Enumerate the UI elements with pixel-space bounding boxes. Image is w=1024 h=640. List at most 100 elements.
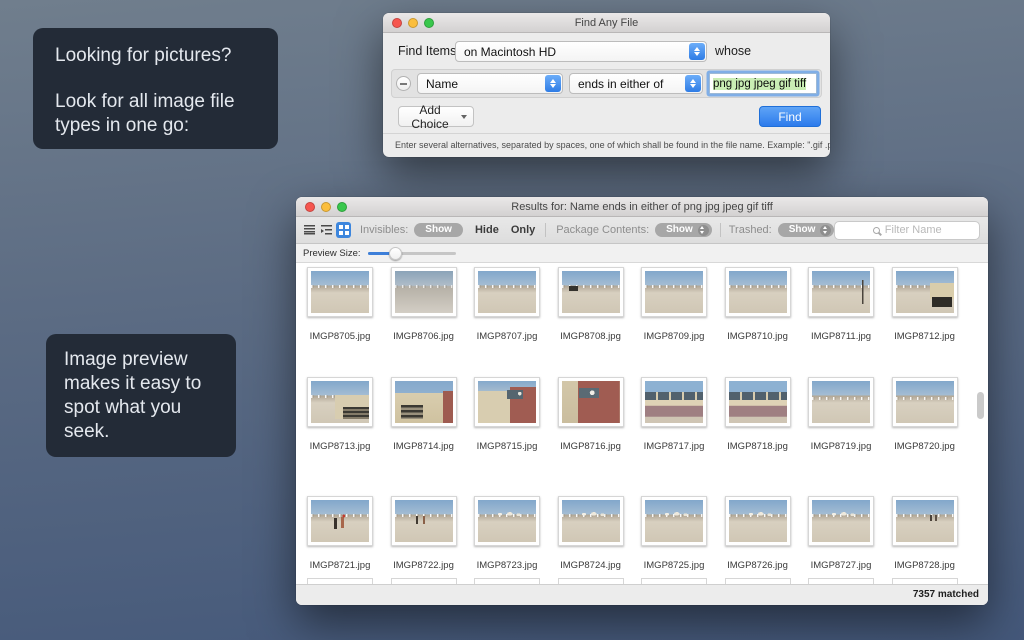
thumbnail [641, 496, 707, 546]
find-any-file-window: Find Any File Find Items on Macintosh HD… [383, 13, 830, 157]
file-item[interactable]: IMGP8711.jpg [808, 267, 874, 342]
thumbnail-image [645, 500, 703, 542]
thumbnail-image [729, 381, 787, 423]
trashed-dropdown[interactable]: Show [778, 223, 835, 237]
minimize-button[interactable] [321, 202, 331, 212]
file-item[interactable]: IMGP8709.jpg [641, 267, 707, 342]
thumbnail-image [395, 500, 453, 542]
attribute-dropdown[interactable]: Name [417, 73, 563, 94]
file-item[interactable]: IMGP8728.jpg [892, 496, 958, 571]
find-button[interactable]: Find [759, 106, 821, 127]
thumbnail-image [562, 381, 620, 423]
minimize-button[interactable] [408, 18, 418, 28]
invisibles-show-button[interactable]: Show [414, 223, 463, 237]
file-name: IMGP8714.jpg [382, 441, 466, 452]
scope-row: Find Items on Macintosh HD whose [383, 41, 830, 62]
file-name: IMGP8713.jpg [298, 441, 382, 452]
view-mode-segmented-control [302, 222, 351, 238]
invisibles-hide-button[interactable]: Hide [475, 224, 499, 236]
callout-text-line: Looking for pictures? [55, 44, 256, 68]
thumbnail [808, 496, 874, 546]
file-item[interactable]: IMGP8719.jpg [808, 377, 874, 452]
file-item[interactable]: IMGP8720.jpg [892, 377, 958, 452]
scope-dropdown[interactable]: on Macintosh HD [455, 41, 707, 62]
actions-row: Add Choice Find [383, 106, 830, 127]
zoom-button[interactable] [337, 202, 347, 212]
results-window-titlebar[interactable]: Results for: Name ends in either of png … [296, 197, 988, 217]
file-name: IMGP8709.jpg [632, 331, 716, 342]
invisibles-label: Invisibles: [360, 224, 408, 236]
file-item[interactable]: IMGP8708.jpg [558, 267, 624, 342]
search-terms-input[interactable]: png jpg jpeg gif tiff [709, 73, 817, 94]
file-item[interactable]: IMGP8713.jpg [307, 377, 373, 452]
file-item[interactable]: IMGP8726.jpg [725, 496, 791, 571]
file-item[interactable]: IMGP8723.jpg [474, 496, 540, 571]
thumbnail-image [812, 500, 870, 542]
vertical-scrollbar[interactable] [977, 392, 984, 419]
file-item[interactable]: IMGP8727.jpg [808, 496, 874, 571]
file-item[interactable]: IMGP8705.jpg [307, 267, 373, 342]
thumbnail-image [812, 271, 870, 313]
callout-looking-for-pictures: Looking for pictures? Look for all image… [33, 28, 278, 149]
zoom-button[interactable] [424, 18, 434, 28]
file-name: IMGP8723.jpg [465, 560, 549, 571]
find-window-title: Find Any File [575, 13, 639, 33]
thumbnail-image [311, 500, 369, 542]
criteria-row: Name ends in either of png jpg jpeg gif … [391, 69, 822, 98]
file-name: IMGP8710.jpg [716, 331, 800, 342]
thumbnail-image [729, 500, 787, 542]
find-window-titlebar[interactable]: Find Any File [383, 13, 830, 33]
match-count: 7357 matched [913, 589, 979, 600]
preview-size-slider[interactable] [368, 252, 456, 255]
results-window-title: Results for: Name ends in either of png … [511, 197, 773, 217]
file-item[interactable]: IMGP8725.jpg [641, 496, 707, 571]
thumbnail [558, 496, 624, 546]
remove-criterion-button[interactable] [396, 76, 411, 91]
thumbnail [892, 377, 958, 427]
file-name: IMGP8726.jpg [716, 560, 800, 571]
file-item[interactable]: IMGP8706.jpg [391, 267, 457, 342]
file-name: IMGP8716.jpg [549, 441, 633, 452]
invisibles-only-button[interactable]: Only [511, 224, 535, 236]
status-bar: 7357 matched [296, 584, 988, 605]
file-item[interactable]: IMGP8714.jpg [391, 377, 457, 452]
thumbnail-image [645, 381, 703, 423]
close-button[interactable] [392, 18, 402, 28]
file-name: IMGP8706.jpg [382, 331, 466, 342]
file-item[interactable]: IMGP8717.jpg [641, 377, 707, 452]
package-contents-dropdown[interactable]: Show [655, 223, 712, 237]
results-grid: IMGP8705.jpg IMGP8706.jpg IMGP8707.jpg I… [296, 263, 988, 584]
hint-text: Enter several alternatives, separated by… [383, 133, 830, 150]
file-item[interactable]: IMGP8724.jpg [558, 496, 624, 571]
grid-row: IMGP8705.jpg IMGP8706.jpg IMGP8707.jpg I… [307, 267, 958, 342]
list-view-button[interactable] [302, 222, 317, 238]
file-name: IMGP8727.jpg [799, 560, 883, 571]
operator-dropdown[interactable]: ends in either of [569, 73, 703, 94]
file-item[interactable]: IMGP8715.jpg [474, 377, 540, 452]
file-item[interactable]: IMGP8712.jpg [892, 267, 958, 342]
thumbnail [892, 267, 958, 317]
grid-view-button[interactable] [336, 222, 351, 238]
thumbnail-image [562, 500, 620, 542]
thumbnail-image [812, 381, 870, 423]
close-button[interactable] [305, 202, 315, 212]
callout-text-line: Look for all image file types in one go: [55, 90, 256, 138]
trashed-label: Trashed: [729, 224, 772, 236]
file-name: IMGP8708.jpg [549, 331, 633, 342]
stepper-icon [698, 225, 709, 236]
preview-size-label: Preview Size: [303, 248, 361, 259]
filter-name-input[interactable]: Filter Name [834, 221, 980, 240]
file-item[interactable]: IMGP8722.jpg [391, 496, 457, 571]
filter-placeholder: Filter Name [885, 224, 942, 236]
thumbnail [725, 377, 791, 427]
file-item[interactable]: IMGP8718.jpg [725, 377, 791, 452]
outline-view-button[interactable] [319, 222, 334, 238]
file-item[interactable]: IMGP8707.jpg [474, 267, 540, 342]
slider-knob[interactable] [389, 247, 402, 260]
file-item[interactable]: IMGP8721.jpg [307, 496, 373, 571]
grid-row: IMGP8713.jpg IMGP8714.jpg IMGP8715.jpg I… [307, 377, 958, 452]
file-item[interactable]: IMGP8716.jpg [558, 377, 624, 452]
thumbnail-image [896, 381, 954, 423]
file-item[interactable]: IMGP8710.jpg [725, 267, 791, 342]
add-choice-button[interactable]: Add Choice [398, 106, 474, 127]
